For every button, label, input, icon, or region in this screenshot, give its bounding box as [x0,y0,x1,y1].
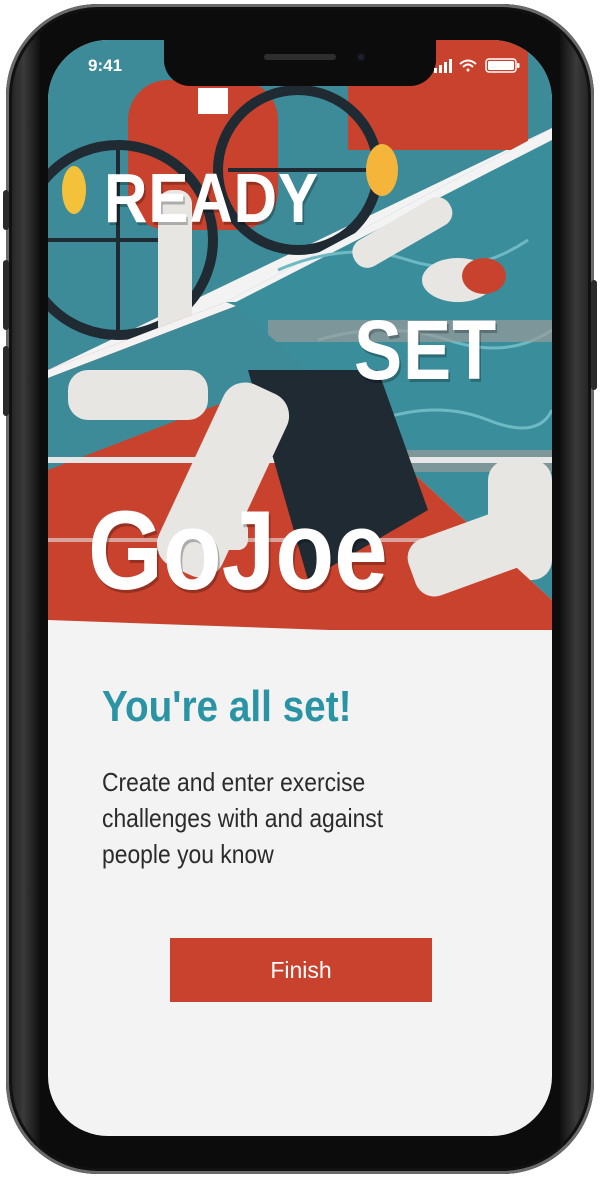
app-screen: READY SET GoJoe 9:41 You're all set! Cre… [48,40,552,1136]
phone-side-button [591,280,597,390]
phone-side-button [3,190,9,230]
finish-button[interactable]: Finish [170,938,432,1002]
hero-word-ready: READY [104,159,320,237]
hero-word-set: SET [354,303,498,397]
phone-side-button [3,260,9,330]
brand-logo-text: GoJoe [88,488,388,613]
phone-notch [164,40,436,86]
home-indicator [228,1122,372,1127]
phone-side-button [3,346,9,416]
page-title: You're all set! [102,682,352,731]
battery-icon [485,58,520,73]
wifi-icon [459,59,477,72]
speaker-grille [264,54,336,60]
signal-icon [434,59,452,73]
description-text: Create and enter exercise challenges wit… [102,767,384,869]
status-time: 9:41 [88,56,123,75]
front-camera [356,52,366,62]
status-icons [434,58,520,73]
